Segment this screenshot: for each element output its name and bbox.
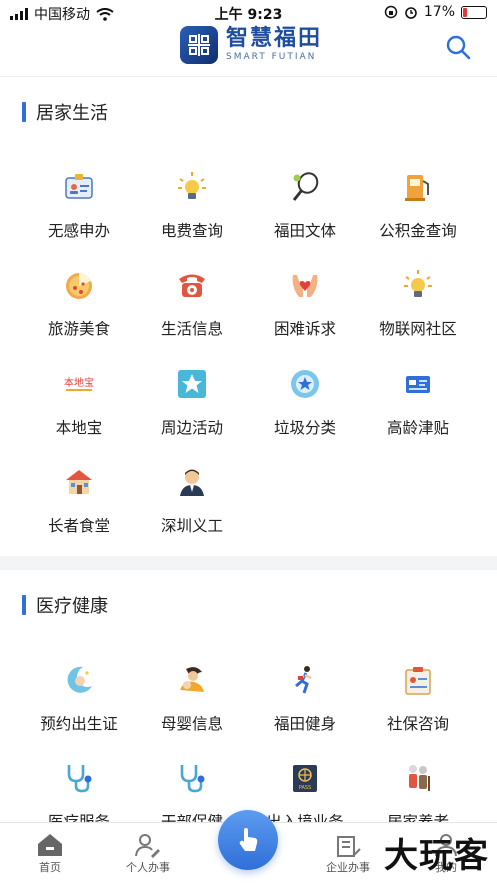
runner-icon — [287, 662, 323, 698]
nav-label: 个人办事 — [126, 861, 170, 874]
service-tile[interactable]: 福田文体 — [243, 169, 367, 241]
stethoscope-icon — [61, 760, 97, 796]
passport-icon: PASS — [287, 760, 323, 796]
service-label: 公积金查询 — [379, 222, 457, 240]
tap-action-button[interactable] — [218, 810, 278, 870]
section-home-life: 居家生活 无感申办 电费查询 福田文体 公积金查询 旅游美食 生活信息 困难诉求… — [0, 77, 497, 556]
service-tile[interactable]: 垃圾分类 — [243, 366, 367, 438]
section-title: 医疗健康 — [36, 596, 108, 617]
service-label: 本地宝 — [55, 419, 103, 437]
section-title: 居家生活 — [36, 103, 108, 124]
id-card-icon — [61, 169, 97, 205]
app-title: 智慧福田 — [226, 26, 323, 51]
alarm-icon — [405, 7, 417, 19]
bendibao-logo-text: 本地宝 — [64, 376, 94, 389]
service-label: 无感申办 — [47, 222, 110, 240]
service-tile[interactable]: 困难诉求 — [243, 267, 367, 339]
star-icon — [174, 366, 210, 402]
service-tile[interactable]: 长者食堂 — [17, 464, 141, 536]
service-label: 福田文体 — [273, 222, 336, 240]
nav-home[interactable]: 首页 — [10, 831, 90, 875]
search-icon[interactable] — [445, 34, 471, 60]
card-icon — [400, 366, 436, 402]
service-label: 长者食堂 — [47, 517, 110, 535]
fuel-pump-icon — [400, 169, 436, 205]
baby-moon-icon — [61, 662, 97, 698]
service-tile[interactable]: 福田健身 — [243, 662, 367, 734]
service-label: 电费查询 — [160, 222, 223, 240]
passport-label: PASS — [299, 785, 311, 791]
service-label: 社保咨询 — [386, 715, 449, 733]
mother-baby-icon — [174, 662, 210, 698]
service-label: 高龄津贴 — [386, 419, 449, 437]
service-label: 母婴信息 — [160, 715, 223, 733]
section-marker — [22, 102, 26, 122]
service-tile[interactable]: 公积金查询 — [356, 169, 480, 241]
star-circle-icon — [287, 366, 323, 402]
service-tile[interactable]: 旅游美食 — [17, 267, 141, 339]
service-tile[interactable]: 深圳义工 — [130, 464, 254, 536]
app-header: 智慧福田 SMART FUTIAN — [0, 26, 497, 77]
service-tile[interactable]: 本地宝 本地宝 — [17, 366, 141, 438]
app-subtitle: SMART FUTIAN — [226, 52, 317, 62]
service-label: 困难诉求 — [273, 320, 336, 338]
section-medical-health: 医疗健康 预约出生证 母婴信息 福田健身 社保咨询 PASS — [0, 570, 497, 831]
telephone-icon — [174, 267, 210, 303]
service-tile[interactable]: 无感申办 — [17, 169, 141, 241]
service-label: 福田健身 — [273, 715, 336, 733]
service-label: 周边活动 — [160, 419, 223, 437]
home-icon — [10, 831, 90, 859]
service-tile[interactable]: 周边活动 — [130, 366, 254, 438]
service-tile[interactable]: 电费查询 — [130, 169, 254, 241]
building-icon — [308, 831, 388, 859]
battery-icon — [461, 5, 487, 19]
lock-rotation-icon — [384, 5, 398, 19]
elderly-couple-icon — [400, 760, 436, 796]
logo-mark-icon — [180, 26, 218, 64]
hands-heart-icon — [287, 267, 323, 303]
racket-icon — [287, 169, 323, 205]
battery-percent: 17% — [423, 4, 455, 20]
house-icon — [61, 464, 97, 500]
service-tile[interactable]: 生活信息 — [130, 267, 254, 339]
clipboard-icon — [400, 662, 436, 698]
bendibao-logo-icon: 本地宝 — [61, 366, 97, 402]
service-label: 旅游美食 — [47, 320, 110, 338]
person-edit-icon — [108, 831, 188, 859]
service-tile[interactable]: 预约出生证 — [17, 662, 141, 734]
service-label: 深圳义工 — [160, 517, 223, 535]
service-tile[interactable]: 社保咨询 — [356, 662, 480, 734]
nav-label: 企业办事 — [326, 861, 370, 874]
watermark: 大玩客 — [384, 836, 489, 876]
stethoscope-icon — [174, 760, 210, 796]
pizza-icon — [61, 267, 97, 303]
service-tile[interactable]: 母婴信息 — [130, 662, 254, 734]
nav-enterprise[interactable]: 企业办事 — [308, 831, 388, 875]
status-bar: 中国移动 上午 9:23 17% — [0, 0, 497, 26]
service-label: 生活信息 — [160, 320, 223, 338]
lightbulb-icon — [400, 267, 436, 303]
app-logo: 智慧福田 SMART FUTIAN — [180, 26, 322, 64]
nav-label: 首页 — [39, 861, 61, 874]
service-label: 垃圾分类 — [273, 419, 336, 437]
service-tile[interactable]: 物联网社区 — [356, 267, 480, 339]
section-marker — [22, 595, 26, 615]
person-icon — [174, 464, 210, 500]
nav-personal[interactable]: 个人办事 — [108, 831, 188, 875]
service-label: 预约出生证 — [40, 715, 118, 733]
service-tile[interactable]: 高龄津贴 — [356, 366, 480, 438]
hand-pointer-icon — [239, 828, 258, 851]
lightbulb-icon — [174, 169, 210, 205]
service-label: 物联网社区 — [379, 320, 457, 338]
